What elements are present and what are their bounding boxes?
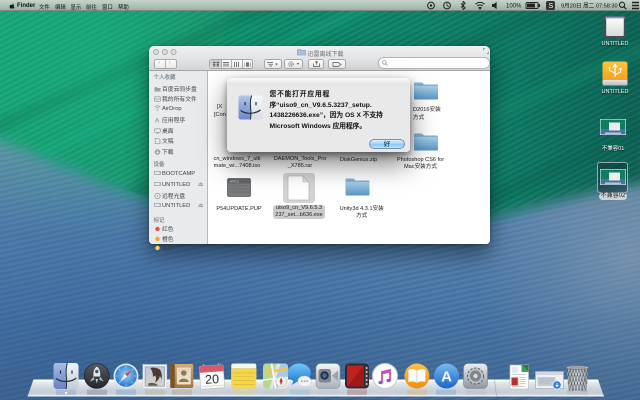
svg-text:A: A <box>154 117 159 123</box>
svg-text:20: 20 <box>205 372 220 387</box>
svg-text:S: S <box>549 3 554 10</box>
svg-text:100%: 100% <box>506 4 522 10</box>
svg-text:APPLE: APPLE <box>229 179 239 183</box>
svg-text:A: A <box>441 369 452 386</box>
svg-text:9月20日 周二 07:58:30: 9月20日 周二 07:58:30 <box>561 2 618 9</box>
